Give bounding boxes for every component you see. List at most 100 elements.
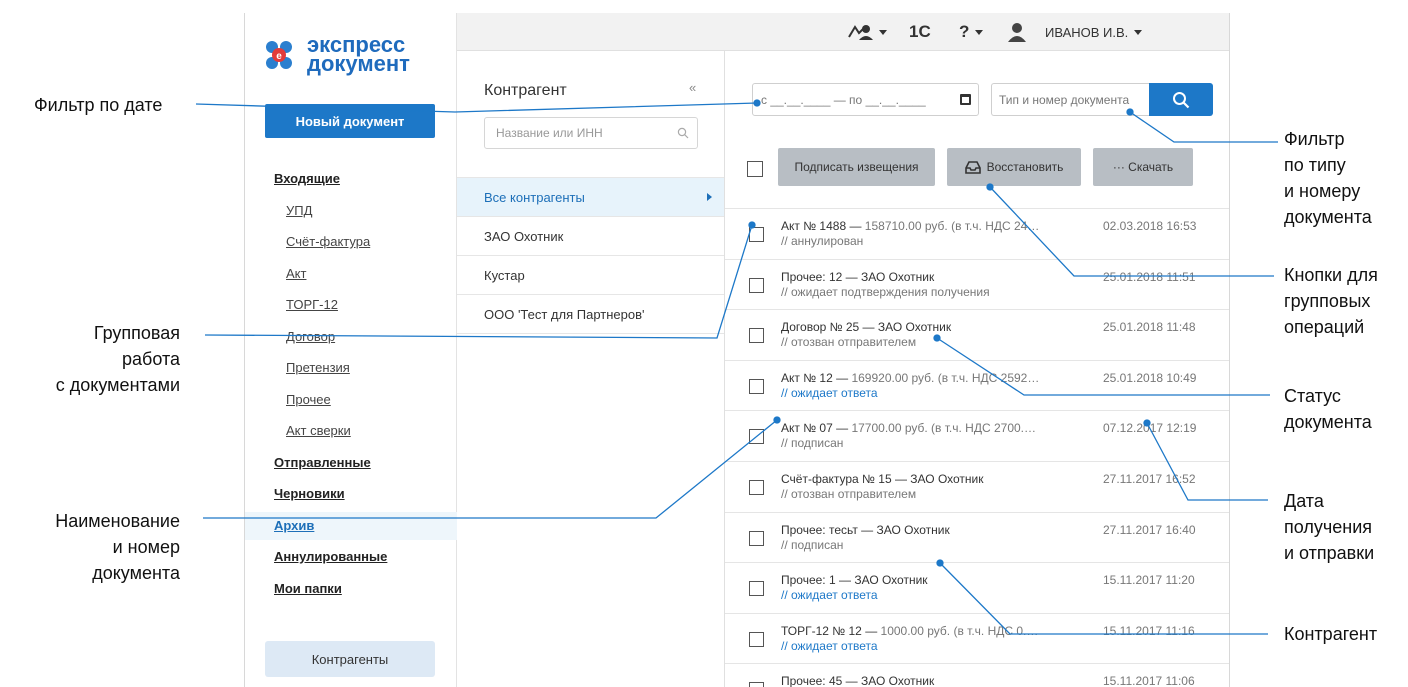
list-divider — [457, 333, 724, 334]
user-icon — [1008, 23, 1026, 42]
calendar-icon[interactable] — [960, 94, 971, 105]
sidebar-item[interactable]: УПД — [286, 203, 312, 218]
collapse-panel-icon[interactable]: « — [689, 80, 696, 95]
document-detail: ЗАО Охотник — [854, 573, 928, 588]
sidebar-item[interactable]: Счёт-фактура — [286, 234, 370, 249]
document-date: 25.01.2018 10:49 — [1103, 370, 1197, 385]
doc-type-filter-input[interactable]: Тип и номер документа — [991, 83, 1149, 116]
document-title[interactable]: Прочее: тесьт — ЗАО Охотник — [781, 523, 1083, 537]
annotation-line: и номер — [112, 537, 180, 557]
document-name: Акт № 12 — [781, 370, 833, 385]
search-icon — [1173, 91, 1190, 108]
doc-type-filter-placeholder: Тип и номер документа — [999, 92, 1130, 107]
counterparties-button[interactable]: Контрагенты — [265, 641, 435, 677]
document-row[interactable]: Акт № 12 — 169920.00 руб. (в т.ч. НДС 25… — [725, 359, 1229, 410]
separator: — — [859, 320, 878, 335]
select-all-checkbox[interactable] — [747, 161, 763, 177]
sidebar-item[interactable]: Отправленные — [274, 455, 371, 470]
document-row[interactable]: Прочее: 45 — ЗАО Охотник// ожидает ответ… — [725, 663, 1229, 687]
signature-icon — [848, 25, 873, 40]
document-status: // ожидает ответа — [781, 385, 878, 400]
document-detail: 17700.00 руб. (в т.ч. НДС 2700.… — [851, 421, 1036, 436]
sidebar-item[interactable]: Черновики — [274, 486, 345, 501]
row-checkbox[interactable] — [749, 328, 764, 344]
document-date: 15.11.2017 11:16 — [1103, 623, 1195, 638]
sidebar-item[interactable]: Договор — [286, 329, 335, 344]
document-row[interactable]: ТОРГ-12 № 12 — 1000.00 руб. (в т.ч. НДС … — [725, 612, 1229, 663]
row-checkbox[interactable] — [749, 682, 764, 687]
row-checkbox[interactable] — [749, 277, 764, 293]
document-title[interactable]: Прочее: 45 — ЗАО Охотник — [781, 674, 1083, 687]
date-filter-input[interactable]: с __.__.____ — по __.__.____ — [752, 83, 979, 116]
document-row[interactable]: Акт № 1488 — 158710.00 руб. (в т.ч. НДС … — [725, 208, 1229, 258]
document-row[interactable]: Прочее: 12 — ЗАО Охотник// ожидает подтв… — [725, 258, 1229, 309]
document-row[interactable]: Договор № 25 — ЗАО Охотник// отозван отп… — [725, 309, 1229, 359]
row-checkbox[interactable] — [749, 631, 764, 647]
document-date: 27.11.2017 16:40 — [1103, 522, 1196, 537]
document-status: // ожидает ответа — [781, 588, 878, 603]
download-button[interactable]: ··· Скачать — [1093, 148, 1193, 186]
help-menu[interactable]: ? — [959, 13, 984, 51]
annotation-group-buttons: Кнопки для групповых операций — [1284, 262, 1378, 340]
document-title[interactable]: Акт № 12 — 169920.00 руб. (в т.ч. НДС 25… — [781, 371, 1083, 385]
document-title[interactable]: Акт № 07 — 17700.00 руб. (в т.ч. НДС 270… — [781, 421, 1083, 435]
row-checkbox[interactable] — [749, 530, 764, 546]
document-date: 07.12.2017 12:19 — [1103, 421, 1197, 436]
inbox-icon — [964, 160, 981, 174]
counterparty-search-input[interactable]: Название или ИНН — [484, 117, 698, 149]
counterparty-item[interactable]: Кустар — [457, 255, 724, 294]
search-icon — [677, 127, 689, 139]
sidebar-item[interactable]: Акт сверки — [286, 423, 351, 438]
sidebar-item[interactable]: Архив — [274, 518, 314, 533]
row-checkbox[interactable] — [749, 429, 764, 445]
new-document-button[interactable]: Новый документ — [265, 104, 435, 138]
document-title[interactable]: Прочее: 1 — ЗАО Охотник — [781, 573, 1083, 587]
sidebar-item[interactable]: Мои папки — [274, 581, 342, 596]
user-menu[interactable]: ИВАНОВ И.В. — [1007, 13, 1143, 51]
document-row[interactable]: Прочее: 1 — ЗАО Охотник// ожидает ответа… — [725, 562, 1229, 612]
row-checkbox[interactable] — [749, 581, 764, 597]
sidebar-item[interactable]: ТОРГ-12 — [286, 297, 338, 312]
document-row[interactable]: Прочее: тесьт — ЗАО Охотник// подписан 27… — [725, 511, 1229, 562]
row-checkbox[interactable] — [749, 227, 764, 242]
row-checkbox[interactable] — [749, 378, 764, 394]
onec-link[interactable]: 1С — [909, 13, 931, 51]
svg-text:е: е — [276, 51, 282, 62]
sidebar-item[interactable]: Аннулированные — [274, 549, 387, 564]
restore-button[interactable]: Восстановить — [947, 148, 1081, 186]
document-title[interactable]: Акт № 1488 — 158710.00 руб. (в т.ч. НДС … — [781, 219, 1083, 233]
notifications-menu[interactable] — [847, 13, 887, 51]
document-title[interactable]: Счёт-фактура № 15 — ЗАО Охотник — [781, 472, 1083, 486]
logo-icon: е — [266, 41, 292, 69]
document-row[interactable]: Счёт-фактура № 15 — ЗАО Охотник// отозва… — [725, 461, 1229, 511]
sign-notices-button[interactable]: Подписать извещения — [778, 148, 935, 186]
counterparty-item[interactable]: Все контрагенты — [457, 177, 724, 216]
annotation-line: Фильтр — [1284, 129, 1345, 149]
separator: — — [846, 219, 865, 233]
counterparty-item[interactable]: ЗАО Охотник — [457, 216, 724, 255]
separator: — — [842, 269, 861, 284]
sidebar-item[interactable]: Входящие — [274, 171, 340, 186]
search-button[interactable] — [1149, 83, 1213, 116]
annotation-line: и отправки — [1284, 543, 1375, 563]
brand-logo[interactable]: е экспресс документ — [261, 34, 451, 75]
restore-label: Восстановить — [986, 160, 1064, 174]
separator: — — [835, 573, 855, 588]
sidebar-item[interactable]: Акт — [286, 266, 306, 281]
document-title[interactable]: ТОРГ-12 № 12 — 1000.00 руб. (в т.ч. НДС … — [781, 624, 1083, 638]
document-row[interactable]: Акт № 07 — 17700.00 руб. (в т.ч. НДС 270… — [725, 410, 1229, 460]
document-title[interactable]: Договор № 25 — ЗАО Охотник — [781, 320, 1083, 334]
separator: — — [857, 522, 877, 537]
annotation-line: документа — [92, 563, 180, 583]
counterparty-item[interactable]: ООО 'Тест для Партнеров' — [457, 294, 724, 333]
sidebar-item[interactable]: Прочее — [286, 392, 331, 407]
annotation-doc-name: Наименование и номер документа — [40, 508, 180, 586]
document-name: Счёт-фактура № 15 — [781, 472, 892, 486]
sidebar-item[interactable]: Претензия — [286, 360, 350, 375]
annotation-date-filter: Фильтр по дате — [34, 95, 163, 115]
document-name: Прочее: 1 — [781, 573, 836, 588]
row-checkbox[interactable] — [749, 480, 764, 495]
annotation-line: работа — [122, 349, 180, 369]
document-title[interactable]: Прочее: 12 — ЗАО Охотник — [781, 270, 1083, 284]
counterparty-panel: Контрагент « Название или ИНН Все контра… — [457, 51, 725, 687]
